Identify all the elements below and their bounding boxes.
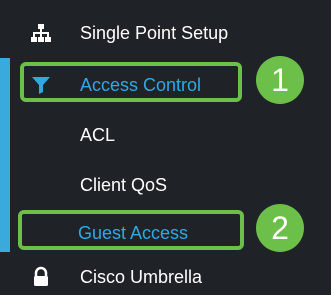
sidebar-item-acl[interactable]: ACL xyxy=(0,124,331,146)
sidebar-item-label: Single Point Setup xyxy=(80,23,229,43)
sidebar-item-label: ACL xyxy=(80,125,116,145)
sidebar-item-label: Cisco Umbrella xyxy=(80,267,203,287)
network-icon xyxy=(30,22,52,44)
callout-badge-2: 2 xyxy=(256,204,304,252)
lock-icon xyxy=(30,266,52,288)
sidebar-item-cisco-umbrella[interactable]: Cisco Umbrella xyxy=(0,266,331,288)
highlight-box-guest-access xyxy=(18,210,244,250)
sidebar-item-client-qos[interactable]: Client QoS xyxy=(0,174,331,196)
sidebar-menu: Single Point Setup Access Control 1 ACL … xyxy=(0,0,331,295)
sidebar-item-single-point-setup[interactable]: Single Point Setup xyxy=(0,22,331,44)
callout-badge-1: 1 xyxy=(256,56,304,104)
sidebar-item-label: Client QoS xyxy=(80,175,168,195)
highlight-box-access-control xyxy=(20,62,242,102)
